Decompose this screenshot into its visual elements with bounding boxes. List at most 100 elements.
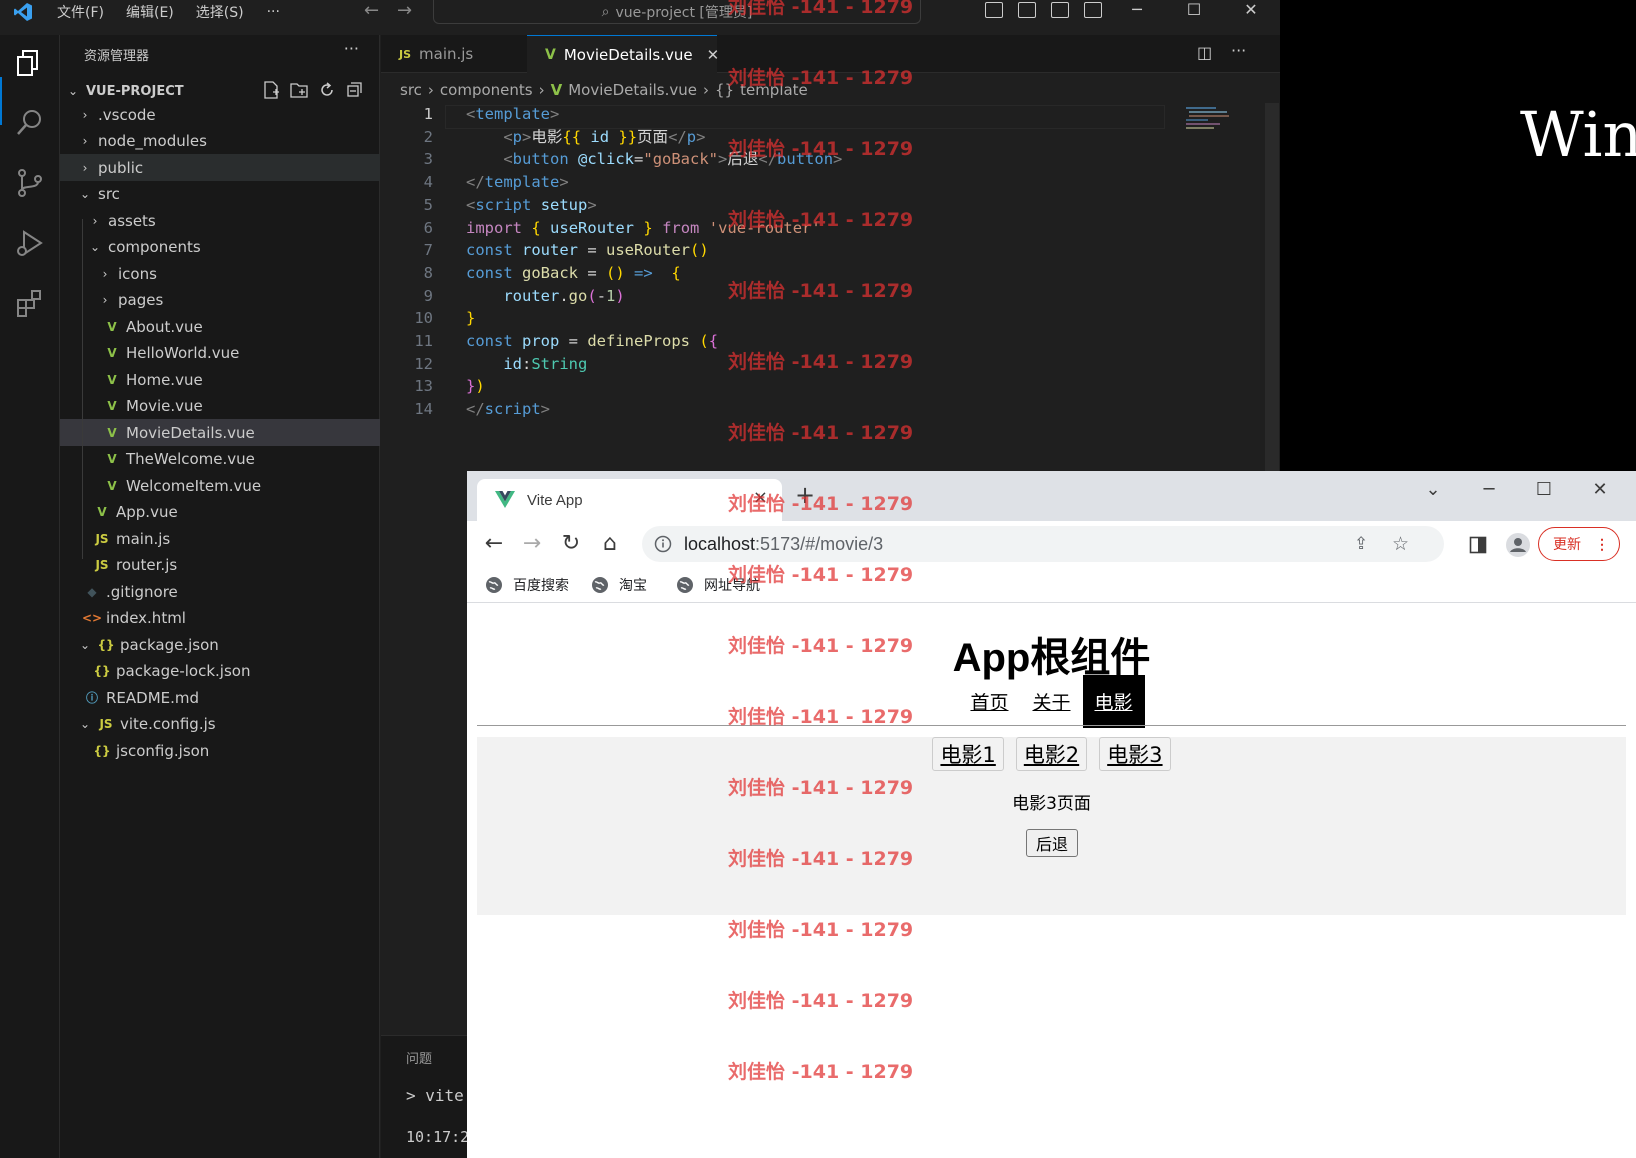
close-tab-icon[interactable]: ✕ bbox=[707, 46, 720, 64]
chrome-tab[interactable]: Vite App × bbox=[477, 479, 782, 521]
code-line[interactable]: 7 const router = useRouter() bbox=[381, 239, 1231, 262]
code-line[interactable]: 8 const goBack = () => { bbox=[381, 262, 1231, 285]
movie-3-link[interactable]: 电影3 bbox=[1099, 737, 1171, 771]
tree-file[interactable]: JS main.js bbox=[60, 525, 380, 552]
close-icon[interactable]: ✕ bbox=[1241, 0, 1261, 19]
site-info-icon[interactable] bbox=[654, 535, 672, 553]
back-arrow-icon[interactable]: ← bbox=[481, 531, 507, 557]
split-editor-icon[interactable]: ◫ bbox=[1197, 43, 1212, 62]
run-debug-icon[interactable] bbox=[14, 227, 46, 259]
tree-file[interactable]: ◆ .gitignore bbox=[60, 578, 380, 605]
new-folder-icon[interactable] bbox=[290, 81, 308, 99]
breadcrumb-item[interactable]: template bbox=[740, 81, 808, 99]
tab-main-js[interactable]: JS main.js bbox=[381, 35, 527, 73]
back-button[interactable]: 后退 bbox=[1026, 829, 1078, 857]
close-icon[interactable]: ✕ bbox=[1585, 479, 1615, 500]
toggle-secondary-sidebar-icon[interactable] bbox=[1051, 2, 1069, 18]
refresh-icon[interactable] bbox=[318, 81, 336, 99]
code-line[interactable]: 12 id:String bbox=[381, 353, 1231, 376]
code-line[interactable]: 4 </template> bbox=[381, 171, 1231, 194]
editor-more-icon[interactable]: ··· bbox=[1231, 41, 1246, 60]
tree-file[interactable]: V App.vue bbox=[60, 499, 380, 526]
tree-folder[interactable]: ⌄ src bbox=[60, 181, 380, 208]
tree-file[interactable]: JS router.js bbox=[60, 552, 380, 579]
menu-edit[interactable]: 编辑(E) bbox=[115, 2, 185, 22]
share-icon[interactable]: ⇪ bbox=[1354, 534, 1368, 554]
tree-file[interactable]: V HelloWorld.vue bbox=[60, 340, 380, 367]
minimap[interactable] bbox=[1186, 105, 1236, 135]
maximize-icon[interactable]: ☐ bbox=[1529, 479, 1559, 500]
code-line[interactable]: 9 router.go(-1) bbox=[381, 285, 1231, 308]
tree-file[interactable]: ⌄ {} package.json bbox=[60, 631, 380, 658]
collapse-all-icon[interactable] bbox=[346, 81, 364, 99]
minimize-icon[interactable]: ─ bbox=[1127, 0, 1147, 19]
tree-file[interactable]: V About.vue bbox=[60, 313, 380, 340]
code-line[interactable]: 11 const prop = defineProps ({ bbox=[381, 330, 1231, 353]
code-line[interactable]: 5 <script setup> bbox=[381, 194, 1231, 217]
command-center[interactable]: ⌕ vue-project [管理员] bbox=[433, 0, 921, 24]
side-panel-icon[interactable] bbox=[1469, 536, 1487, 554]
nav-about-link[interactable]: 关于 bbox=[1020, 675, 1082, 728]
minimize-icon[interactable]: ─ bbox=[1474, 479, 1504, 500]
forward-arrow-icon[interactable]: → bbox=[397, 0, 412, 21]
tree-folder[interactable]: › assets bbox=[60, 207, 380, 234]
tab-search-icon[interactable]: ⌄ bbox=[1418, 479, 1448, 500]
tree-file[interactable]: <> index.html bbox=[60, 605, 380, 632]
code-line[interactable]: 13}) bbox=[381, 375, 1231, 398]
code-line[interactable]: 10} bbox=[381, 307, 1231, 330]
bookmark-star-icon[interactable]: ☆ bbox=[1392, 533, 1409, 555]
breadcrumb-item[interactable]: src bbox=[400, 81, 422, 99]
tree-file[interactable]: ⓘ README.md bbox=[60, 684, 380, 711]
home-icon[interactable]: ⌂ bbox=[597, 531, 623, 557]
bookmark-taobao[interactable]: 淘宝 bbox=[591, 575, 647, 595]
update-button[interactable]: 更新 ⋮ bbox=[1538, 527, 1620, 561]
extensions-icon[interactable] bbox=[14, 287, 46, 319]
code-line[interactable]: 6 import { useRouter } from 'vue-router' bbox=[381, 217, 1231, 240]
code-line[interactable]: 3 <button @click="goBack">后退</button> bbox=[381, 148, 1231, 171]
menu-selection[interactable]: 选择(S) bbox=[185, 2, 255, 22]
close-tab-icon[interactable]: × bbox=[753, 487, 768, 508]
tree-folder[interactable]: › node_modules bbox=[60, 128, 380, 155]
toggle-primary-sidebar-icon[interactable] bbox=[985, 2, 1003, 18]
search-icon[interactable] bbox=[14, 107, 46, 139]
explorer-icon[interactable] bbox=[14, 47, 46, 79]
explorer-more-icon[interactable]: ··· bbox=[344, 39, 359, 58]
breadcrumb-item[interactable]: components bbox=[440, 81, 533, 99]
tree-file[interactable]: V Home.vue bbox=[60, 366, 380, 393]
customize-layout-icon[interactable] bbox=[1084, 2, 1102, 18]
reload-icon[interactable]: ↻ bbox=[558, 531, 584, 557]
bookmark-baidu[interactable]: 百度搜索 bbox=[485, 575, 569, 595]
nav-movie-link[interactable]: 电影 bbox=[1082, 675, 1145, 728]
tree-file[interactable]: V WelcomeItem.vue bbox=[60, 472, 380, 499]
tree-file[interactable]: ⌄ JS vite.config.js bbox=[60, 711, 380, 738]
profile-avatar-icon[interactable] bbox=[1505, 532, 1531, 558]
code-line[interactable]: 14 </script> bbox=[381, 398, 1231, 421]
code-line[interactable]: 2 <p>电影{{ id }}页面</p> bbox=[381, 126, 1231, 149]
toggle-panel-icon[interactable] bbox=[1018, 2, 1036, 18]
maximize-icon[interactable]: ☐ bbox=[1184, 0, 1204, 19]
forward-arrow-icon[interactable]: → bbox=[519, 531, 545, 557]
menu-file[interactable]: 文件(F) bbox=[46, 2, 115, 22]
editor-scrollbar[interactable] bbox=[1265, 103, 1279, 503]
tree-file[interactable]: {} package-lock.json bbox=[60, 658, 380, 685]
tree-folder[interactable]: › .vscode bbox=[60, 101, 380, 128]
tree-folder[interactable]: › pages bbox=[60, 287, 380, 314]
source-control-icon[interactable] bbox=[14, 167, 46, 199]
tree-folder[interactable]: › public bbox=[60, 154, 380, 181]
movie-1-link[interactable]: 电影1 bbox=[932, 737, 1004, 771]
tree-file[interactable]: V TheWelcome.vue bbox=[60, 446, 380, 473]
address-bar[interactable]: localhost:5173/#/movie/3 ⇪ ☆ bbox=[642, 526, 1444, 562]
back-arrow-icon[interactable]: ← bbox=[364, 0, 379, 21]
bookmark-nav[interactable]: 网址导航 bbox=[676, 575, 760, 595]
tree-file[interactable]: V Movie.vue bbox=[60, 393, 380, 420]
tree-folder[interactable]: › icons bbox=[60, 260, 380, 287]
tree-file[interactable]: {} jsconfig.json bbox=[60, 737, 380, 764]
new-tab-icon[interactable]: + bbox=[795, 481, 815, 509]
menu-more-icon[interactable]: ··· bbox=[255, 4, 292, 20]
code-line[interactable]: 1 <template> bbox=[381, 103, 1231, 126]
breadcrumb-item[interactable]: MovieDetails.vue bbox=[568, 81, 697, 99]
nav-home-link[interactable]: 首页 bbox=[958, 675, 1020, 728]
tree-file[interactable]: V MovieDetails.vue bbox=[60, 419, 380, 446]
tree-folder[interactable]: ⌄ components bbox=[60, 234, 380, 261]
new-file-icon[interactable] bbox=[262, 81, 280, 99]
